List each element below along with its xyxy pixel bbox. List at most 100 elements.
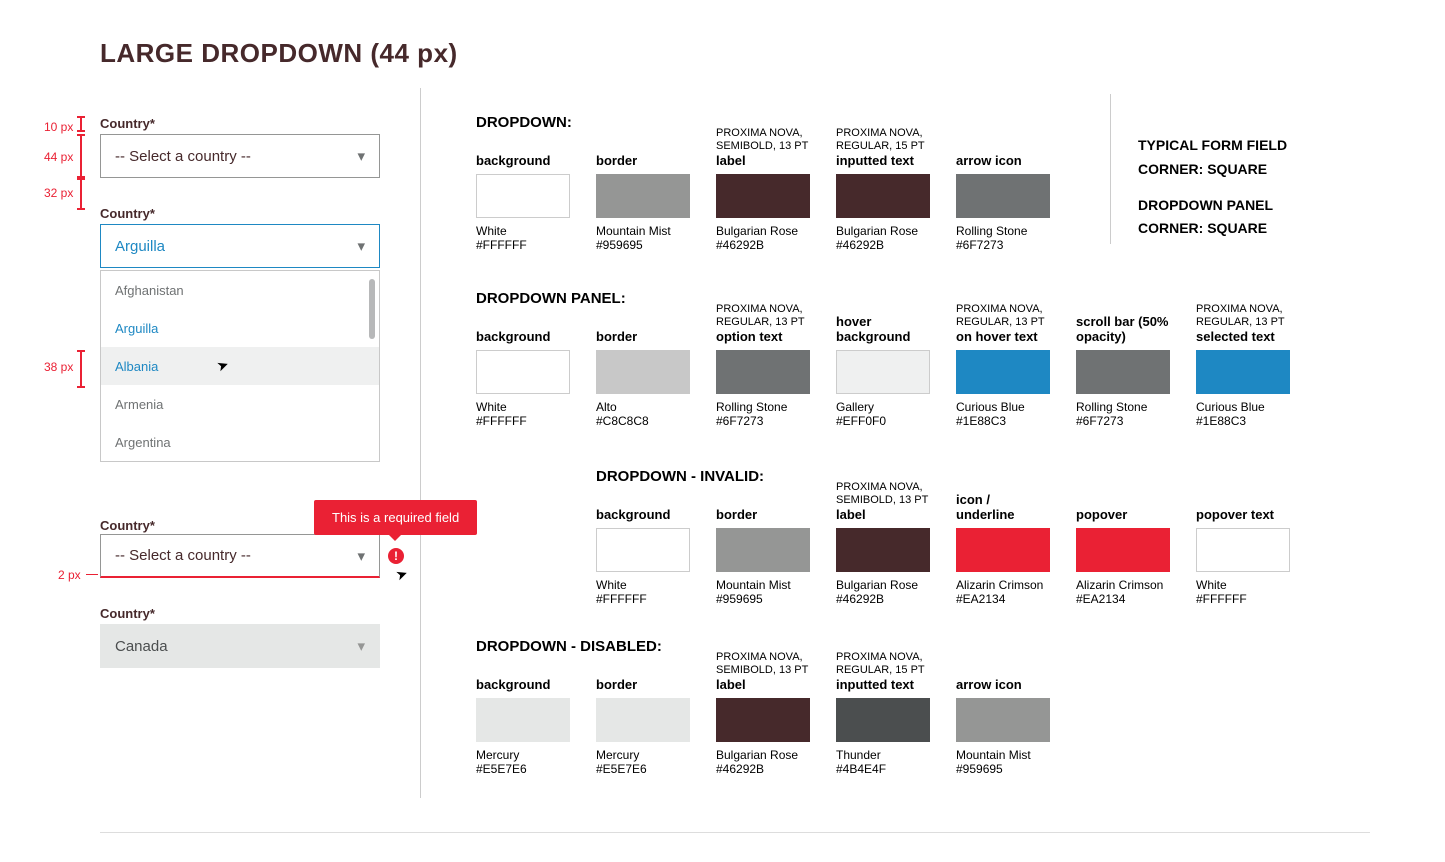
swatch-label: background bbox=[476, 153, 570, 168]
corner-note: TYPICAL FORM FIELD CORNER: SQUARE DROPDO… bbox=[1138, 134, 1287, 241]
swatch: borderMountain Mist#959695 bbox=[716, 484, 810, 606]
swatch: popover textWhite#FFFFFF bbox=[1196, 484, 1290, 606]
swatch: PROXIMA NOVA, SEMIBOLD, 13 PTlabelBulgar… bbox=[716, 130, 810, 252]
swatch: backgroundMercury#E5E7E6 bbox=[476, 654, 570, 776]
popover-text: This is a required field bbox=[332, 510, 459, 525]
swatch-label: background bbox=[596, 507, 690, 522]
swatch-color-name: Rolling Stone bbox=[1076, 400, 1170, 414]
field-label: Country* bbox=[100, 606, 155, 621]
option-label: Albania bbox=[115, 359, 158, 374]
anno-2px: 2 px bbox=[58, 568, 81, 582]
swatch-font: PROXIMA NOVA, REGULAR, 13 PT bbox=[956, 303, 1050, 329]
dropdown-value: Arguilla bbox=[115, 238, 165, 255]
swatch-label: option text bbox=[716, 329, 810, 344]
swatch-chip bbox=[956, 350, 1050, 394]
swatch-label: inputted text bbox=[836, 153, 930, 168]
swatch-hex: #959695 bbox=[716, 592, 810, 606]
dropdown-invalid[interactable]: -- Select a country -- ▾ bbox=[100, 534, 380, 578]
swatch-chip bbox=[836, 350, 930, 394]
swatch-row: backgroundWhite#FFFFFF borderMountain Mis… bbox=[596, 484, 1290, 606]
error-icon: ! bbox=[388, 548, 404, 564]
section-title: DROPDOWN PANEL: bbox=[476, 290, 626, 307]
swatch: backgroundWhite#FFFFFF bbox=[476, 306, 570, 428]
cursor-icon: ➤ bbox=[393, 565, 410, 585]
error-popover: This is a required field bbox=[314, 500, 477, 535]
field-label: Country* bbox=[100, 518, 155, 533]
swatch-hex: #FFFFFF bbox=[596, 592, 690, 606]
swatch: PROXIMA NOVA, REGULAR, 15 PTinputted tex… bbox=[836, 130, 930, 252]
swatch-label: icon / underline bbox=[956, 492, 1050, 522]
anno-line bbox=[86, 574, 98, 575]
dropdown-placeholder: -- Select a country -- bbox=[115, 148, 251, 165]
cursor-icon: ➤ bbox=[214, 356, 231, 376]
swatch: PROXIMA NOVA, SEMIBOLD, 13 PTlabelBulgar… bbox=[716, 654, 810, 776]
swatch-color-name: Alizarin Crimson bbox=[956, 578, 1050, 592]
dropdown-option[interactable]: Arguilla bbox=[101, 309, 379, 347]
swatch-hex: #959695 bbox=[956, 762, 1050, 776]
swatch-label: background bbox=[476, 329, 570, 344]
anno-44px: 44 px bbox=[44, 150, 73, 164]
anno-bar bbox=[80, 178, 82, 210]
swatch-color-name: Rolling Stone bbox=[956, 224, 1050, 238]
swatch-color-name: Curious Blue bbox=[1196, 400, 1290, 414]
swatch-chip bbox=[716, 174, 810, 218]
page-title: LARGE DROPDOWN (44 px) bbox=[100, 38, 458, 69]
swatch-row: backgroundWhite#FFFFFF border Alto#C8C8C8 P… bbox=[476, 306, 1290, 428]
swatch-hex: #6F7273 bbox=[716, 414, 810, 428]
section-title: DROPDOWN - INVALID: bbox=[596, 468, 764, 485]
swatch-hex: #C8C8C8 bbox=[596, 414, 690, 428]
anno-38px: 38 px bbox=[44, 360, 73, 374]
swatch-hex: #46292B bbox=[716, 238, 810, 252]
swatch: arrow iconMountain Mist#959695 bbox=[956, 654, 1050, 776]
swatch: scroll bar (50% opacity)Rolling Stone#6F… bbox=[1076, 306, 1170, 428]
chevron-down-icon: ▾ bbox=[357, 237, 365, 255]
swatch-label: on hover text bbox=[956, 329, 1050, 344]
swatch-chip bbox=[596, 698, 690, 742]
swatch-label: hover background bbox=[836, 314, 930, 344]
swatch-hex: #1E88C3 bbox=[956, 414, 1050, 428]
swatch-color-name: Alto bbox=[596, 400, 690, 414]
swatch: backgroundWhite#FFFFFF bbox=[476, 130, 570, 252]
swatch-label: inputted text bbox=[836, 677, 930, 692]
dropdown-option[interactable]: Armenia bbox=[101, 385, 379, 423]
swatch-chip bbox=[476, 698, 570, 742]
swatch: PROXIMA NOVA, SEMIBOLD, 13 PTlabelBulgar… bbox=[836, 484, 930, 606]
swatch-hex: #46292B bbox=[716, 762, 810, 776]
swatch-color-name: Bulgarian Rose bbox=[836, 578, 930, 592]
swatch-chip bbox=[596, 350, 690, 394]
swatch-chip bbox=[836, 174, 930, 218]
dropdown-option[interactable]: Afghanistan bbox=[101, 271, 379, 309]
dropdown-option[interactable]: Argentina bbox=[101, 423, 379, 461]
dropdown-option[interactable]: Albania ➤ bbox=[101, 347, 379, 385]
swatch-label: arrow icon bbox=[956, 153, 1050, 168]
dropdown-active[interactable]: Arguilla ▾ bbox=[100, 224, 380, 268]
swatch-label: border bbox=[596, 153, 690, 168]
swatch-chip bbox=[956, 174, 1050, 218]
swatch-hex: #FFFFFF bbox=[1196, 592, 1290, 606]
vertical-divider bbox=[420, 88, 421, 798]
chevron-down-icon: ▾ bbox=[357, 147, 365, 165]
swatch-chip bbox=[1076, 350, 1170, 394]
swatch-chip bbox=[476, 350, 570, 394]
swatch-label: arrow icon bbox=[956, 677, 1050, 692]
swatch-hex: #E5E7E6 bbox=[476, 762, 570, 776]
section-title: DROPDOWN - DISABLED: bbox=[476, 638, 662, 655]
swatch-hex: #EA2134 bbox=[1076, 592, 1170, 606]
swatch-chip bbox=[1196, 350, 1290, 394]
swatch-hex: #1E88C3 bbox=[1196, 414, 1290, 428]
swatch: backgroundWhite#FFFFFF bbox=[596, 484, 690, 606]
swatch-color-name: Rolling Stone bbox=[716, 400, 810, 414]
swatch-color-name: Curious Blue bbox=[956, 400, 1050, 414]
swatch: PROXIMA NOVA, REGULAR, 13 PTselected tex… bbox=[1196, 306, 1290, 428]
swatch-label: border bbox=[596, 677, 690, 692]
swatch-font: PROXIMA NOVA, REGULAR, 13 PT bbox=[716, 303, 810, 329]
swatch-chip bbox=[836, 528, 930, 572]
swatch-label: border bbox=[716, 507, 810, 522]
swatch-font: PROXIMA NOVA, SEMIBOLD, 13 PT bbox=[716, 651, 810, 677]
swatch-chip bbox=[596, 528, 690, 572]
swatch-color-name: Mountain Mist bbox=[596, 224, 690, 238]
swatch-chip bbox=[956, 698, 1050, 742]
swatch-label: border bbox=[596, 329, 690, 344]
anno-bar bbox=[80, 134, 82, 178]
dropdown-default[interactable]: -- Select a country -- ▾ bbox=[100, 134, 380, 178]
